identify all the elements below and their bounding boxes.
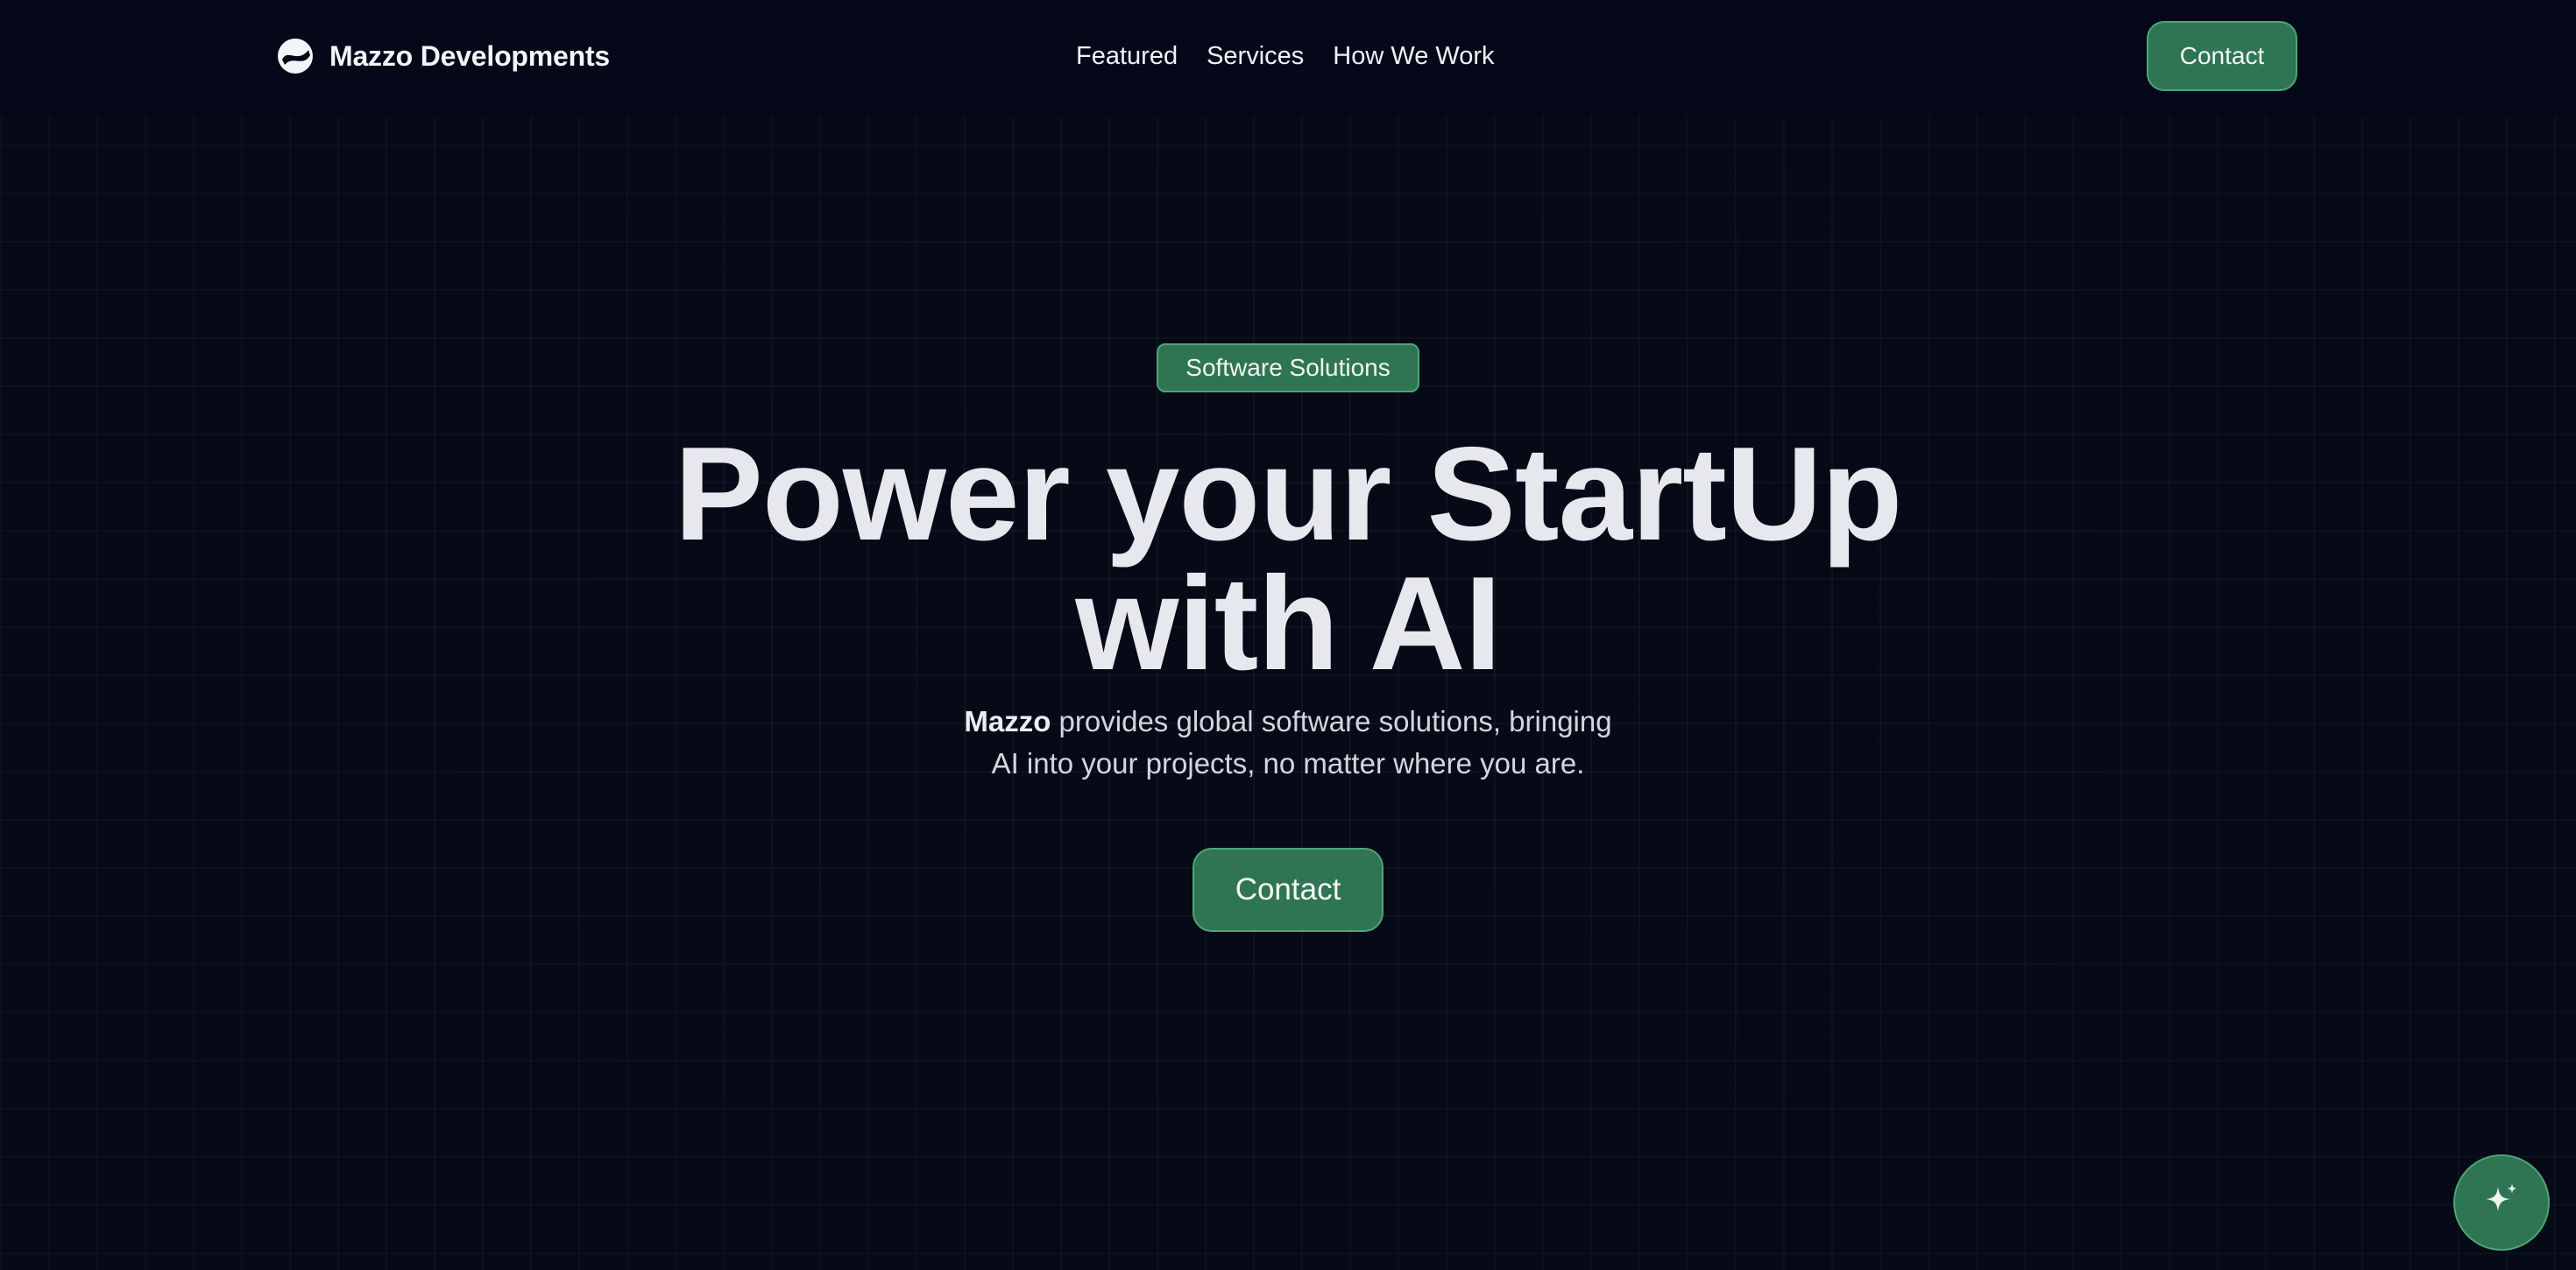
- hero-tagline-line-2: AI into your projects, no matter where y…: [991, 747, 1585, 780]
- tagline-text-1: provides global software solutions, brin…: [1051, 705, 1612, 737]
- main-nav: Featured Services How We Work: [1076, 39, 1524, 74]
- hero-headline-line-1: Power your StartUp: [674, 420, 1903, 568]
- landing-page: Mazzo Developments Featured Services How…: [0, 0, 2576, 1270]
- ai-assistant-button[interactable]: [2453, 1154, 2550, 1251]
- nav-link-featured[interactable]: Featured: [1076, 42, 1178, 71]
- hero-tagline-line-1: Mazzo provides global software solutions…: [0, 701, 2576, 743]
- hero-headline: Power your StartUp with AI: [0, 420, 2576, 698]
- brand[interactable]: Mazzo Developments: [277, 35, 610, 77]
- nav-link-how-we-work[interactable]: How We Work: [1333, 42, 1494, 71]
- hero-tagline: Mazzo provides global software solutions…: [0, 701, 2576, 785]
- mazzo-logo-icon: [277, 38, 314, 74]
- hero-contact-button[interactable]: Contact: [1192, 848, 1384, 932]
- hero-badge: Software Solutions: [1157, 343, 1419, 392]
- hero-headline-line-2: with AI: [1075, 549, 1502, 698]
- brand-name: Mazzo Developments: [329, 39, 611, 72]
- tagline-brand: Mazzo: [964, 705, 1051, 737]
- nav-link-services[interactable]: Services: [1207, 42, 1304, 71]
- sparkles-icon: [2480, 1180, 2523, 1226]
- top-navbar: Mazzo Developments Featured Services How…: [0, 0, 2576, 116]
- nav-contact-button[interactable]: Contact: [2147, 21, 2297, 91]
